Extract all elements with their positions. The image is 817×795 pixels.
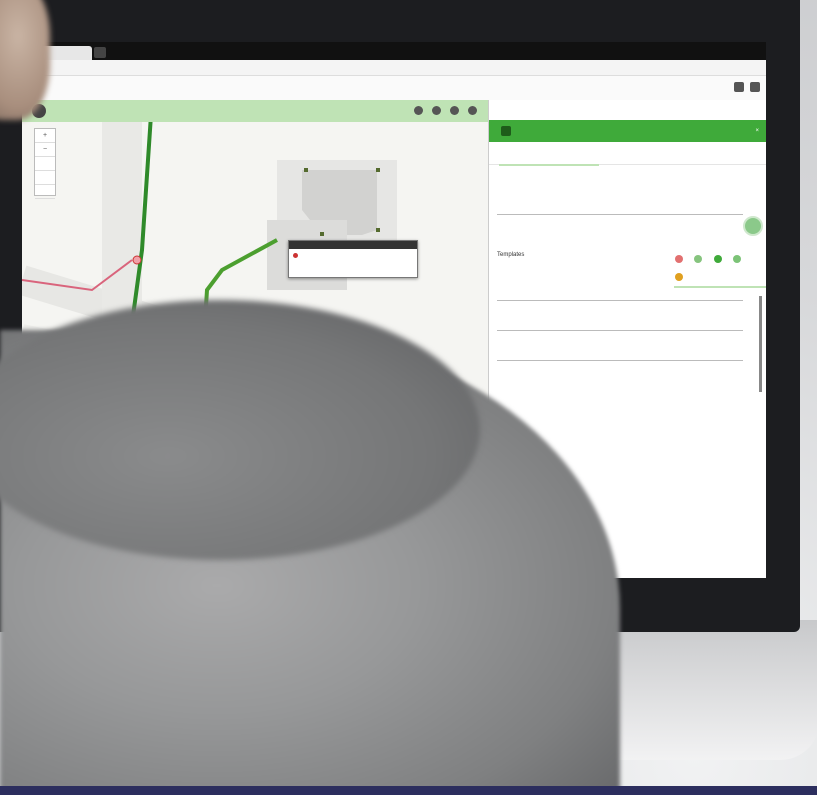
zoom-out-button[interactable]: −: [35, 143, 55, 157]
feature-dot-icon: [293, 253, 298, 258]
browser-tabbar: [22, 42, 766, 60]
popup-header: [289, 241, 417, 249]
popup-text: [289, 249, 417, 252]
close-icon[interactable]: [468, 106, 477, 115]
feature-type-icon[interactable]: [743, 216, 763, 236]
zoom-in-button[interactable]: +: [35, 129, 55, 143]
bottom-band: [0, 786, 817, 795]
type-field[interactable]: [497, 210, 743, 215]
node-marker[interactable]: [132, 255, 142, 265]
new-tab-button[interactable]: [94, 47, 106, 58]
green-plus-icon[interactable]: [713, 255, 722, 263]
panel-subtabs: [489, 268, 766, 286]
close-panel-button[interactable]: ×: [755, 120, 759, 142]
map-toolbar: [22, 100, 488, 122]
save-icon[interactable]: [694, 255, 703, 263]
field-value: [497, 356, 743, 361]
field-value: [497, 210, 743, 215]
vertex-handle[interactable]: [304, 168, 308, 172]
map-control-button[interactable]: [35, 185, 55, 199]
refresh-icon[interactable]: [733, 255, 742, 263]
vertex-handle[interactable]: [376, 168, 380, 172]
field-value: [497, 296, 743, 301]
feature-popup[interactable]: [288, 240, 418, 278]
draw-icon[interactable]: [414, 106, 423, 115]
gear-icon[interactable]: [450, 106, 459, 115]
search-icon[interactable]: [432, 106, 441, 115]
field-value: [497, 326, 743, 331]
app-tabs: [22, 76, 766, 101]
map-control-button[interactable]: [35, 171, 55, 185]
active-subtab-indicator: [674, 286, 766, 288]
pencil-icon: [501, 126, 511, 136]
panel-scrollbar[interactable]: [759, 296, 762, 392]
delete-icon[interactable]: [675, 255, 683, 263]
panel-header: ×: [489, 120, 766, 142]
vertex-handle[interactable]: [376, 228, 380, 232]
attribute-field[interactable]: [497, 296, 743, 301]
vertex-handle[interactable]: [320, 232, 324, 236]
menu-icon[interactable]: [750, 82, 760, 92]
templates-select[interactable]: Templates: [497, 252, 524, 258]
attribute-field[interactable]: [497, 356, 743, 361]
layers-icon[interactable]: [734, 82, 744, 92]
photo-scene: + − × Templates: [0, 0, 817, 795]
address-bar[interactable]: [22, 60, 766, 76]
zoom-controls: + −: [34, 128, 56, 199]
map-control-button[interactable]: [35, 157, 55, 171]
panel-tabs: [489, 142, 766, 166]
attribute-field[interactable]: [497, 326, 743, 331]
